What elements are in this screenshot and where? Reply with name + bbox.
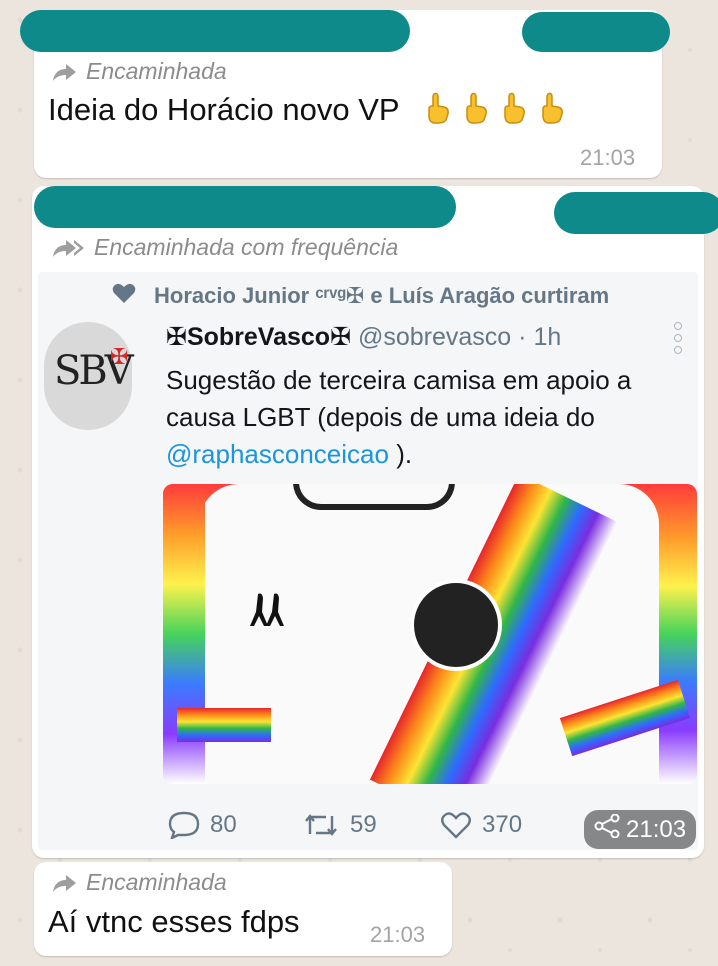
tweet-reply-action[interactable]: 80 (168, 811, 237, 839)
share-icon (594, 813, 620, 845)
retweet-icon (302, 812, 340, 838)
brand-logo-icon (248, 592, 288, 628)
redacted-sender-name (20, 10, 410, 52)
jersey-collar (293, 484, 455, 510)
tweet-liked-by: Horacio Junior ᶜʳᵛᵍ✠ e Luís Aragão curti… (112, 282, 609, 310)
message-time: 21:03 (370, 922, 426, 947)
message-time: 21:03 (580, 145, 636, 170)
message-text: Aí vtnc esses fdps (48, 904, 300, 939)
cross-icon: ✠ (110, 344, 129, 369)
forwarded-label: Encaminhada (52, 869, 227, 896)
redacted-sender-number (522, 12, 670, 52)
forwarded-frequently-label: Encaminhada com frequência (52, 234, 398, 261)
point-up-emoji-icon (498, 92, 528, 124)
more-options-icon[interactable] (674, 322, 682, 354)
tweet-author-name[interactable]: ✠SobreVasco✠ (166, 323, 351, 351)
message-text: Ideia do Horácio novo VP (48, 92, 566, 128)
heart-outline-icon (440, 811, 472, 839)
forward-arrow-icon (52, 62, 78, 82)
point-up-emoji-icon (460, 92, 490, 124)
tweet-author-handle[interactable]: @sobrevasco (358, 323, 511, 351)
message-time-badge: 21:03 (584, 810, 697, 849)
redacted-sender-number (554, 192, 718, 234)
mention-link[interactable]: @raphasconceicao (166, 439, 389, 469)
redacted-sender-name (34, 186, 456, 228)
tweet-text: Sugestão de terceira camisa em apoio a c… (166, 365, 632, 469)
club-crest-icon (410, 579, 502, 671)
tweet-age: · 1h (518, 323, 562, 351)
forward-arrow-icon (52, 873, 78, 893)
reply-icon (168, 811, 200, 839)
tweet-header: ✠SobreVasco✠ @sobrevasco · 1h (166, 322, 561, 352)
heart-icon (112, 282, 136, 310)
double-forward-arrow-icon (52, 238, 86, 258)
point-up-emoji-icon (536, 92, 566, 124)
tweet-retweet-action[interactable]: 59 (302, 811, 377, 839)
forwarded-label: Encaminhada (52, 58, 227, 85)
tweet-image[interactable] (163, 484, 697, 784)
tweet-like-action[interactable]: 370 (440, 811, 522, 839)
point-up-emoji-icon (422, 92, 452, 124)
rainbow-cuff-left (177, 708, 271, 742)
